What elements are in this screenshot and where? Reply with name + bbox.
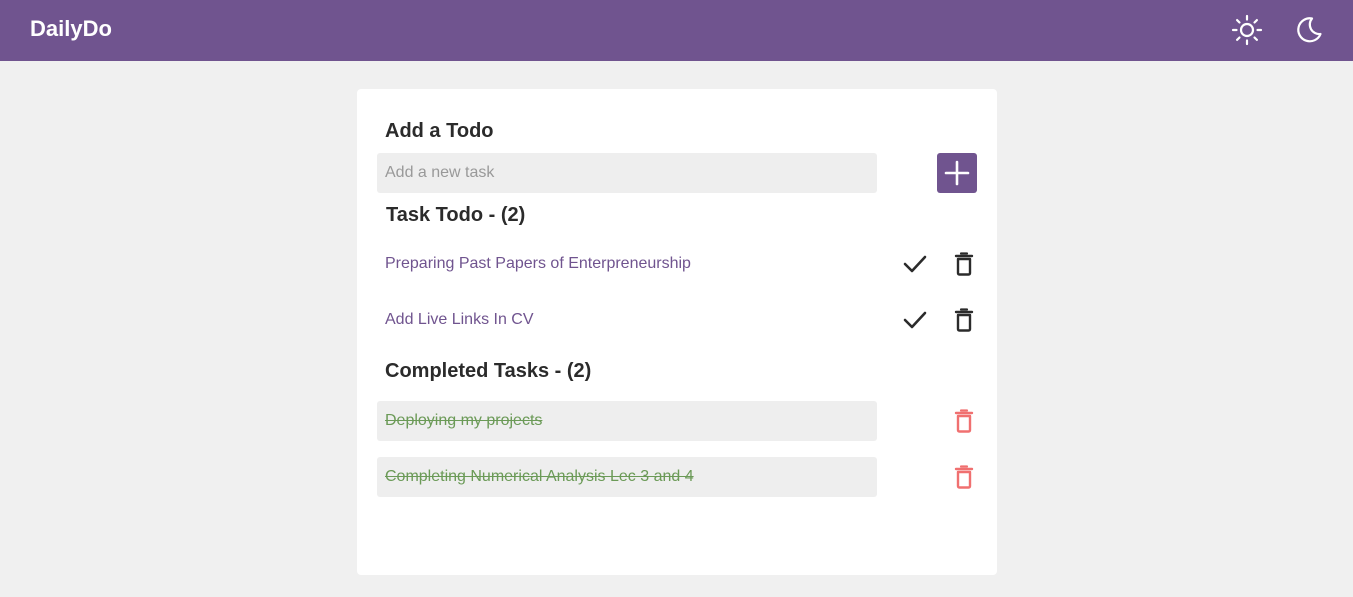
- check-icon: [903, 255, 927, 273]
- trash-icon: [954, 252, 974, 276]
- trash-icon: [954, 465, 974, 489]
- add-task-button[interactable]: [937, 153, 977, 193]
- add-todo-heading: Add a Todo: [385, 120, 494, 142]
- complete-task-button[interactable]: [900, 249, 930, 279]
- plus-icon: [944, 160, 970, 186]
- completed-item-text: Completing Numerical Analysis Lec 3 and …: [385, 468, 694, 485]
- delete-completed-button[interactable]: [949, 406, 979, 436]
- complete-task-button[interactable]: [900, 305, 930, 335]
- trash-icon: [954, 409, 974, 433]
- dark-theme-button[interactable]: [1292, 13, 1326, 47]
- sun-icon: [1231, 14, 1263, 46]
- delete-task-button[interactable]: [949, 249, 979, 279]
- todo-item: Add Live Links In CV: [377, 300, 877, 340]
- todo-item: Preparing Past Papers of Enterpreneurshi…: [377, 244, 877, 284]
- completed-item-text: Deploying my projects: [385, 412, 543, 429]
- brand-logo-text[interactable]: DailyDo: [30, 15, 112, 43]
- completed-tasks-heading: Completed Tasks - (2): [385, 360, 592, 382]
- completed-item: Completing Numerical Analysis Lec 3 and …: [377, 457, 877, 497]
- todo-item-text: Preparing Past Papers of Enterpreneurshi…: [385, 255, 691, 272]
- completed-item: Deploying my projects: [377, 401, 877, 441]
- moon-icon: [1297, 17, 1322, 43]
- todo-item-text: Add Live Links In CV: [385, 311, 534, 328]
- new-task-input[interactable]: [377, 153, 877, 193]
- top-navbar: DailyDo: [0, 0, 1353, 61]
- check-icon: [903, 311, 927, 329]
- task-todo-heading: Task Todo - (2): [386, 204, 526, 226]
- todo-card: Add a Todo Task Todo - (2) Preparing Pas…: [357, 89, 997, 575]
- delete-task-button[interactable]: [949, 305, 979, 335]
- delete-completed-button[interactable]: [949, 462, 979, 492]
- light-theme-button[interactable]: [1230, 13, 1264, 47]
- trash-icon: [954, 308, 974, 332]
